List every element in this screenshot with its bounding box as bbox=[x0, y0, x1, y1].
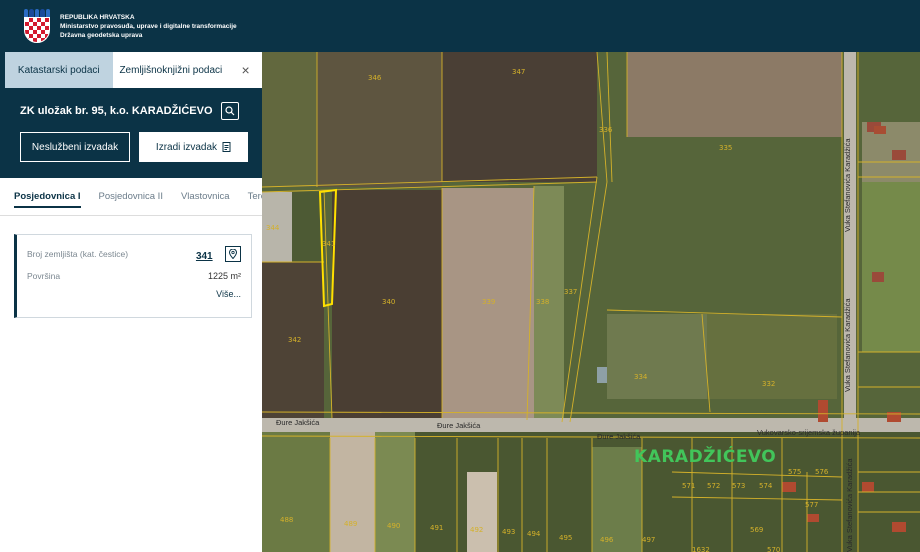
brand-line-3: Državna geodetska uprava bbox=[60, 31, 143, 39]
top-header: REPUBLIKA HRVATSKA Ministarstvo pravosuđ… bbox=[0, 0, 920, 52]
parcel-label-570: 570 bbox=[767, 546, 780, 552]
parcel-label-494: 494 bbox=[527, 530, 541, 538]
parcel-number-label: Broj zemljišta (kat. čestice) bbox=[27, 249, 129, 259]
town-label: KARADŽIĆEVO bbox=[634, 445, 776, 467]
document-icon bbox=[222, 142, 231, 152]
parcel-label-338: 338 bbox=[536, 298, 549, 306]
parcel-label-497: 497 bbox=[642, 536, 655, 544]
parcel-label-496: 496 bbox=[600, 536, 614, 544]
parcel-label-571: 571 bbox=[682, 482, 695, 490]
parcel-label-574: 574 bbox=[759, 482, 773, 490]
area-label: Površina bbox=[27, 271, 61, 281]
parcel-label-490: 490 bbox=[387, 522, 400, 530]
street-label-4: Vukovarsko-srijemska županija bbox=[757, 428, 861, 437]
street-label-7: Vuka Stefanovića Karadžića bbox=[845, 458, 854, 552]
parcel-label-492: 492 bbox=[470, 526, 483, 534]
subtab-vlastovnica[interactable]: Vlastovnica bbox=[181, 191, 230, 202]
street-label-6: Vuka Stefanovića Karadžića bbox=[843, 298, 852, 392]
sidebar-panel: Katastarski podaci Zemljišnoknjižni poda… bbox=[0, 52, 262, 552]
parcel-label-339: 339 bbox=[482, 298, 495, 306]
parcel-label-491: 491 bbox=[430, 524, 443, 532]
ministry-branding: REPUBLIKA HRVATSKA Ministarstvo pravosuđ… bbox=[60, 13, 237, 40]
more-link[interactable]: Više... bbox=[27, 289, 241, 299]
parcel-label-340: 340 bbox=[382, 298, 395, 306]
search-icon[interactable] bbox=[220, 102, 239, 120]
close-icon[interactable]: × bbox=[229, 52, 262, 88]
parcel-label-332: 332 bbox=[762, 380, 775, 388]
parcel-label-347: 347 bbox=[512, 68, 525, 76]
parcel-label-572: 572 bbox=[707, 482, 720, 490]
parcel-label-489: 489 bbox=[344, 520, 357, 528]
parcel-label-346: 346 bbox=[368, 74, 382, 82]
map-pin-icon[interactable] bbox=[225, 246, 241, 262]
map-canvas[interactable]: 346 347 336 335 344 341 340 339 338 337 … bbox=[262, 52, 920, 552]
parcel-number-link[interactable]: 341 bbox=[196, 251, 213, 262]
field-open bbox=[627, 52, 842, 137]
brand-line-1: REPUBLIKA HRVATSKA bbox=[60, 13, 135, 21]
street-label-1: Đure Jakšića bbox=[276, 418, 320, 427]
parcel-label-488: 488 bbox=[280, 516, 293, 524]
parcel-label-495: 495 bbox=[559, 534, 572, 542]
subtab-posjedovnica-1[interactable]: Posjedovnica I bbox=[14, 191, 81, 208]
parcel-label-575: 575 bbox=[788, 468, 801, 476]
parcel-label-334: 334 bbox=[634, 373, 648, 381]
parcel-label-337: 337 bbox=[564, 288, 577, 296]
brand-line-2: Ministarstvo pravosuđa, uprave i digital… bbox=[60, 22, 237, 30]
cadastral-map[interactable]: 346 347 336 335 344 341 340 339 338 337 … bbox=[262, 52, 920, 552]
registry-header: ZK uložak br. 95, k.o. KARADŽIĆEVO Neslu… bbox=[0, 88, 262, 178]
parcel-label-493: 493 bbox=[502, 528, 515, 536]
street-label-3: Đure Jakšića bbox=[597, 432, 641, 441]
create-extract-button[interactable]: Izradi izvadak bbox=[139, 132, 248, 162]
area-value: 1225 m² bbox=[207, 271, 241, 281]
parcel-label-573: 573 bbox=[732, 482, 745, 490]
parcel-label-344: 344 bbox=[266, 224, 280, 232]
parcel-label-341: 341 bbox=[322, 240, 335, 248]
registry-title: ZK uložak br. 95, k.o. KARADŽIĆEVO bbox=[20, 105, 213, 117]
street-label-5: Vuka Stefanovića Karadžića bbox=[843, 138, 852, 232]
parcel-label-342: 342 bbox=[288, 336, 301, 344]
tab-land-registry-data[interactable]: Zemljišnoknjižni podaci bbox=[112, 52, 230, 88]
parcel-card: Broj zemljišta (kat. čestice) 341 Površi… bbox=[14, 234, 252, 318]
field-346 bbox=[317, 52, 442, 187]
subtab-teretovnica[interactable]: Teretovnica bbox=[248, 191, 262, 202]
registry-subtabs: Posjedovnica I Posjedovnica II Vlastovni… bbox=[0, 178, 262, 216]
street-label-2: Đure Jakšića bbox=[437, 421, 481, 430]
parcel-label-577: 577 bbox=[805, 501, 818, 509]
subtab-posjedovnica-2[interactable]: Posjedovnica II bbox=[99, 191, 163, 202]
parcel-label-576: 576 bbox=[815, 468, 829, 476]
tab-cadastral-data[interactable]: Katastarski podaci bbox=[5, 52, 113, 88]
croatian-coat-of-arms-logo bbox=[24, 9, 51, 43]
parcel-label-1632: 1632 bbox=[692, 546, 710, 552]
parcel-label-335: 335 bbox=[719, 144, 732, 152]
create-extract-label: Izradi izvadak bbox=[155, 141, 218, 153]
parcel-label-569: 569 bbox=[750, 526, 763, 534]
parcel-label-336: 336 bbox=[599, 126, 613, 134]
main-tabs: Katastarski podaci Zemljišnoknjižni poda… bbox=[0, 52, 262, 88]
unofficial-extract-button[interactable]: Neslužbeni izvadak bbox=[20, 132, 130, 162]
